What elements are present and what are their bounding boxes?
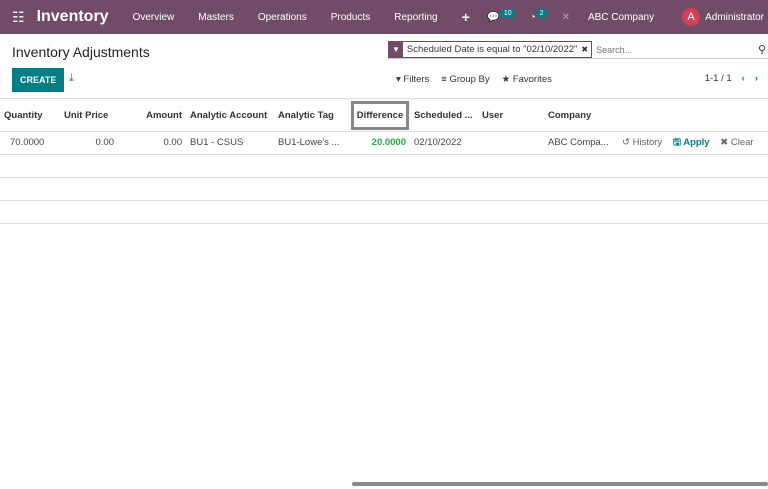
- pager-value[interactable]: 1-1 / 1: [705, 73, 732, 84]
- cell-unit-price: 0.00: [60, 131, 118, 155]
- chat-icon: 💬: [487, 11, 500, 23]
- avatar[interactable]: A: [682, 8, 701, 26]
- search-icon[interactable]: ⚲: [758, 43, 766, 56]
- table-row[interactable]: 70.0000 0.00 0.00 BU1 - CSUS BU1-Lowe's …: [0, 131, 768, 155]
- top-navbar: ☷ Inventory Overview Masters Operations …: [0, 0, 768, 34]
- menu-operations[interactable]: Operations: [258, 12, 307, 23]
- favorites-button[interactable]: ★ Favorites: [502, 74, 552, 85]
- cell-scheduled-date: 02/10/2022: [410, 131, 478, 155]
- empty-row: [0, 200, 768, 224]
- cell-company: ABC Compa...: [544, 131, 618, 155]
- cell-analytic-tag: BU1-Lowe's ...: [274, 131, 350, 155]
- activities-badge: 2: [535, 8, 548, 18]
- col-quantity[interactable]: Quantity: [0, 100, 60, 132]
- control-panel: Inventory Adjustments CREATE ⤓ ▼ Schedul…: [0, 34, 768, 99]
- app-name[interactable]: Inventory: [37, 8, 109, 26]
- messages-badge: 10: [499, 8, 516, 18]
- col-difference[interactable]: Difference: [350, 100, 410, 132]
- cell-quantity: 70.0000: [0, 131, 60, 155]
- col-scheduled-date[interactable]: Scheduled ...: [410, 100, 478, 132]
- cell-amount: 0.00: [118, 131, 186, 155]
- remove-facet-icon[interactable]: ✖: [581, 45, 591, 54]
- apply-button[interactable]: 🖫 Apply: [673, 137, 710, 148]
- cell-difference: 20.0000: [350, 131, 410, 155]
- menu-reporting[interactable]: Reporting: [394, 12, 437, 23]
- user-menu[interactable]: Administrator: [705, 12, 764, 23]
- search-bar: ▼ Scheduled Date is equal to "02/10/2022…: [388, 41, 768, 59]
- col-amount[interactable]: Amount: [118, 100, 186, 132]
- page-title: Inventory Adjustments: [12, 44, 150, 60]
- horizontal-scrollbar[interactable]: [352, 482, 768, 486]
- pager-next-icon[interactable]: ›: [755, 73, 758, 84]
- actions-header: [618, 100, 768, 132]
- empty-row: [0, 177, 768, 201]
- activities-button[interactable]: ◔ 2: [529, 8, 548, 23]
- clock-icon: ◔: [529, 11, 536, 23]
- plus-icon[interactable]: +: [462, 9, 470, 25]
- debug-tools-icon[interactable]: ✕: [562, 12, 570, 23]
- menu-overview[interactable]: Overview: [133, 12, 175, 23]
- list-view: Quantity Unit Price Amount Analytic Acco…: [0, 100, 768, 224]
- col-analytic-account[interactable]: Analytic Account: [186, 100, 274, 132]
- facet-value: Scheduled Date is equal to "02/10/2022": [406, 44, 578, 55]
- apps-menu-icon[interactable]: ☷: [12, 9, 25, 26]
- menu-products[interactable]: Products: [331, 12, 370, 23]
- table-header: Quantity Unit Price Amount Analytic Acco…: [0, 100, 768, 132]
- filter-icon: ▼: [389, 42, 403, 57]
- create-button[interactable]: CREATE: [12, 68, 65, 92]
- filter-facet: ▼ Scheduled Date is equal to "02/10/2022…: [388, 41, 593, 58]
- search-input[interactable]: [596, 44, 747, 55]
- col-company[interactable]: Company: [544, 100, 618, 132]
- history-button[interactable]: ↺ History: [622, 137, 662, 148]
- col-user[interactable]: User: [478, 100, 544, 132]
- pager-previous-icon[interactable]: ‹: [742, 73, 745, 84]
- col-analytic-tag[interactable]: Analytic Tag: [274, 100, 350, 132]
- filters-button[interactable]: ▾ Filters: [396, 74, 429, 85]
- row-actions: ↺ History 🖫 Apply ✖ Clear: [618, 131, 768, 155]
- company-switcher[interactable]: ABC Company: [588, 12, 654, 23]
- menu-masters[interactable]: Masters: [198, 12, 234, 23]
- download-icon[interactable]: ⤓: [69, 72, 74, 85]
- cell-analytic-account: BU1 - CSUS: [186, 131, 274, 155]
- clear-button[interactable]: ✖ Clear: [720, 137, 753, 148]
- messages-button[interactable]: 💬 10: [487, 8, 516, 23]
- col-unit-price[interactable]: Unit Price: [60, 100, 118, 132]
- group-by-button[interactable]: ≡ Group By: [441, 74, 489, 85]
- empty-row: [0, 154, 768, 178]
- cell-user: [478, 131, 544, 155]
